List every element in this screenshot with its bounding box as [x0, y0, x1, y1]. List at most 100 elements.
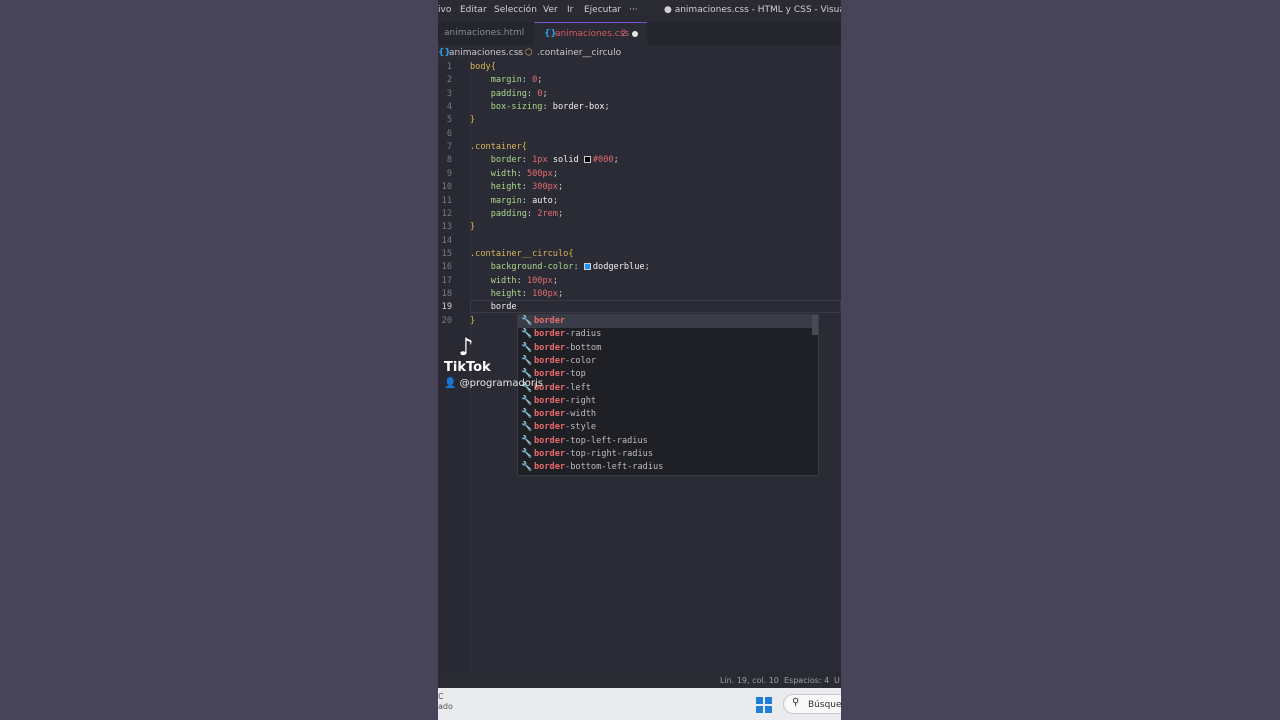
suggestion-item[interactable]: 🔧 border-color [518, 355, 818, 368]
line-number: 2 [446, 75, 452, 86]
line-code: body{ [470, 61, 496, 74]
code-token: : [521, 182, 533, 193]
suggestion-scrollbar[interactable] [812, 315, 818, 335]
suggestion-label: border-width [534, 408, 596, 421]
line-number: 16 [441, 262, 452, 273]
code-line[interactable]: 12 padding: 2rem; [438, 208, 841, 221]
line-number: 9 [446, 168, 452, 179]
breadcrumb-file[interactable]: animaciones.css [449, 48, 523, 58]
autocomplete-suggestions: 🔧 border 🔧 border-radius 🔧 border-bottom 🔧 bord… [517, 314, 819, 476]
suggestion-rest: -style [565, 422, 597, 433]
code-line[interactable]: 15 .container__circulo{ [438, 248, 841, 261]
code-token: margin [470, 195, 522, 206]
code-token: : [521, 195, 533, 206]
code-token: .container [470, 142, 522, 153]
windows-taskbar: C ado ⚲ Búsque [438, 688, 841, 720]
suggestion-rest: -left [565, 382, 591, 393]
menu-edit[interactable]: Editar [460, 5, 487, 15]
code-token: margin [470, 75, 522, 86]
suggestion-item[interactable]: 🔧 border-width [518, 408, 818, 421]
taskbar-search[interactable]: ⚲ Búsque [783, 694, 841, 714]
code-token: : [526, 88, 538, 99]
code-line[interactable]: 7 .container{ [438, 141, 841, 154]
color-swatch[interactable] [583, 263, 591, 271]
code-line[interactable]: 10 height: 300px; [438, 181, 841, 194]
color-swatch[interactable] [583, 156, 591, 164]
tab-animaciones-html[interactable]: animaciones.html [444, 22, 524, 45]
encoding[interactable]: U [834, 676, 840, 685]
code-line[interactable]: 11 margin: auto; [438, 195, 841, 208]
breadcrumb-separator: > [515, 48, 523, 58]
suggestion-item[interactable]: 🔧 border-top-right-radius [518, 448, 818, 461]
property-wrench-icon: 🔧 [521, 462, 533, 473]
search-icon: ⚲ [792, 697, 800, 708]
code-token: ; [552, 275, 558, 286]
suggestion-item[interactable]: 🔧 border-left [518, 382, 818, 395]
code-line[interactable]: 19 borde [438, 301, 841, 314]
breadcrumb: {} animaciones.css > ⬡ .container__circu… [438, 45, 841, 61]
code-line[interactable]: 1 body{ [438, 61, 841, 74]
suggestion-item[interactable]: 🔧 border-top [518, 368, 818, 381]
breadcrumb-symbol[interactable]: .container__circulo [537, 48, 621, 58]
suggestion-label: border-bottom-left-radius [534, 461, 663, 474]
code-line[interactable]: 17 width: 100px; [438, 275, 841, 288]
suggestion-item[interactable]: 🔧 border-radius [518, 328, 818, 341]
code-token: } [470, 115, 476, 126]
menu-file[interactable]: ivo [438, 5, 451, 15]
cursor-position[interactable]: Lín. 19, col. 10 [720, 676, 779, 685]
taskbar-left-info: C ado [438, 692, 453, 712]
code-token: height [470, 182, 522, 193]
menu-more[interactable]: ··· [629, 5, 638, 15]
code-line[interactable]: 14 [438, 235, 841, 248]
line-code: border: 1px solid #000; [470, 154, 619, 167]
code-token: width [470, 168, 517, 179]
line-code: .container{ [470, 141, 527, 154]
suggestion-label: border-color [534, 355, 596, 368]
suggestion-item[interactable]: 🔧 border-style [518, 421, 818, 434]
code-token: ; [552, 168, 558, 179]
suggestion-match: border [534, 409, 566, 420]
code-token: ; [557, 182, 564, 193]
line-number: 20 [441, 315, 452, 326]
code-token: border-box [552, 102, 605, 113]
code-line[interactable]: 5} [438, 114, 841, 127]
code-token: borde [470, 302, 517, 313]
suggestion-item[interactable]: 🔧 border [518, 315, 818, 328]
windows-start-icon[interactable] [756, 697, 772, 713]
line-code: width: 500px; [470, 168, 558, 181]
menu-selection[interactable]: Selección [494, 5, 537, 15]
code-line[interactable]: 8 border: 1px solid #000; [438, 154, 841, 167]
suggestion-item[interactable]: 🔧 border-right [518, 395, 818, 408]
suggestion-item[interactable]: 🔧 border-bottom [518, 342, 818, 355]
indentation[interactable]: Espacios: 4 [784, 676, 829, 685]
code-line[interactable]: 18 height: 100px; [438, 288, 841, 301]
property-wrench-icon: 🔧 [521, 422, 533, 433]
code-token: padding [470, 88, 527, 99]
tiktok-username: @programadorjs [459, 378, 544, 389]
line-number: 10 [441, 182, 452, 193]
line-code: } [470, 221, 475, 234]
code-line[interactable]: 6 [438, 128, 841, 141]
code-token: auto [532, 195, 553, 206]
line-number: 8 [446, 155, 452, 166]
line-number: 1 [446, 62, 452, 72]
code-line[interactable]: 16 background-color: dodgerblue; [438, 261, 841, 274]
code-token: ; [557, 288, 564, 299]
unsaved-dot-icon[interactable] [632, 31, 638, 37]
code-token: : [516, 168, 527, 179]
code-line[interactable]: 4 box-sizing: border-box; [438, 101, 841, 114]
code-line[interactable]: 9 width: 500px; [438, 168, 841, 181]
line-code: box-sizing: border-box; [470, 101, 610, 114]
code-line[interactable]: 3 padding: 0; [438, 88, 841, 101]
suggestion-match: border [534, 355, 566, 366]
tab-animaciones-css[interactable]: {} animaciones.css 2 [534, 22, 647, 46]
menu-run[interactable]: Ejecutar [584, 5, 621, 15]
menu-view[interactable]: Ver [543, 5, 558, 15]
code-line[interactable]: 13} [438, 221, 841, 234]
suggestion-item[interactable]: 🔧 border-bottom-left-radius [518, 461, 818, 474]
line-number: 17 [441, 275, 452, 286]
suggestion-item[interactable]: 🔧 border-top-left-radius [518, 435, 818, 448]
menu-go[interactable]: Ir [567, 5, 573, 15]
code-line[interactable]: 2 margin: 0; [438, 74, 841, 87]
suggestion-label: border [534, 315, 565, 328]
